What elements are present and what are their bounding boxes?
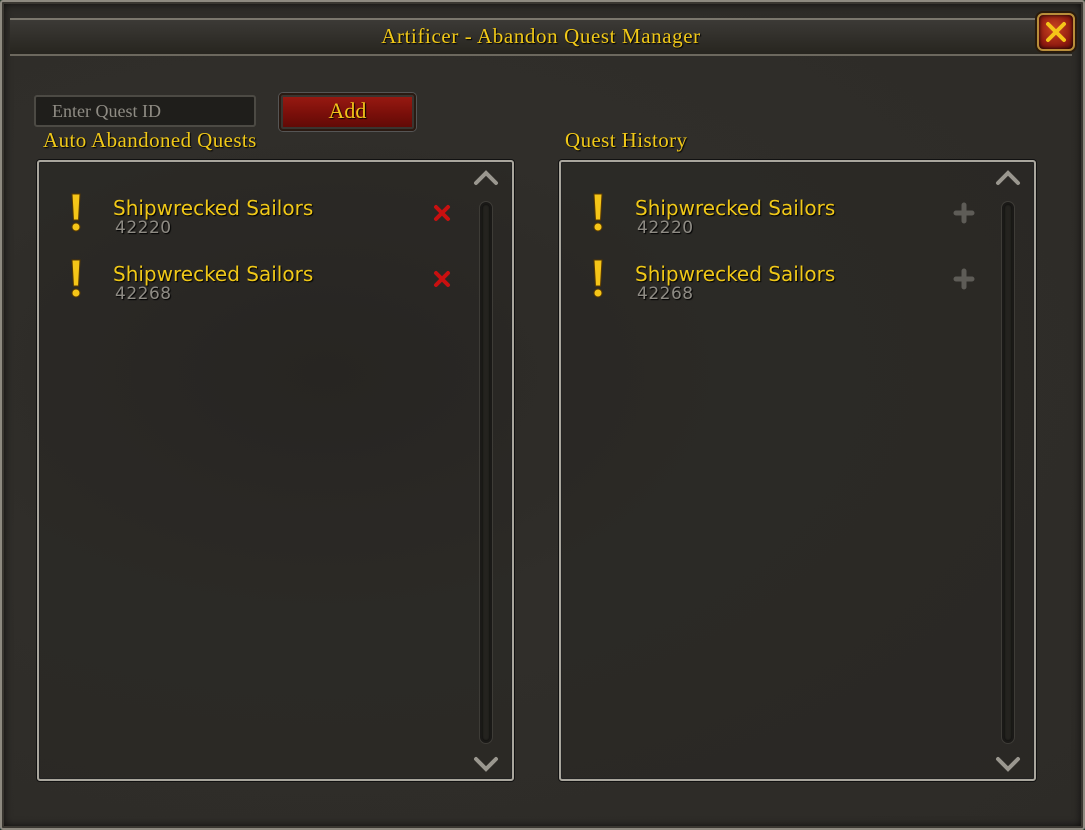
scroll-down-arrow-icon[interactable]: [471, 752, 501, 776]
quest-history-label: Quest History: [565, 128, 688, 152]
quest-id: 42220: [637, 218, 694, 238]
list-item[interactable]: Shipwrecked Sailors 42220: [561, 182, 1001, 242]
scroll-down-arrow-icon[interactable]: [993, 752, 1023, 776]
quest-exclamation-icon: [71, 193, 81, 232]
list-item[interactable]: Shipwrecked Sailors 42220: [39, 182, 479, 242]
close-x-icon: [1046, 22, 1066, 42]
quest-name: Shipwrecked Sailors: [113, 262, 314, 286]
quest-id: 42220: [115, 218, 172, 238]
quest-name: Shipwrecked Sailors: [635, 262, 836, 286]
auto-abandoned-list: Shipwrecked Sailors 42220 Shipwrecked Sa…: [37, 160, 514, 781]
add-plus-icon[interactable]: [953, 268, 975, 290]
remove-x-icon[interactable]: [431, 202, 453, 224]
quest-name: Shipwrecked Sailors: [635, 196, 836, 220]
remove-x-icon[interactable]: [431, 268, 453, 290]
quest-id-input[interactable]: [34, 95, 256, 127]
quest-id: 42268: [637, 284, 694, 304]
quest-id: 42268: [115, 284, 172, 304]
scroll-up-arrow-icon[interactable]: [993, 166, 1023, 190]
scrollbar-track[interactable]: [480, 202, 492, 743]
quest-history-list: Shipwrecked Sailors 42220 Shipwrecked Sa…: [559, 160, 1036, 781]
scroll-up-arrow-icon[interactable]: [471, 166, 501, 190]
auto-abandoned-label: Auto Abandoned Quests: [43, 128, 257, 152]
add-plus-icon[interactable]: [953, 202, 975, 224]
title-bar[interactable]: Artificer - Abandon Quest Manager: [10, 18, 1072, 56]
scrollbar-track[interactable]: [1002, 202, 1014, 743]
quest-exclamation-icon: [593, 259, 603, 298]
window-title: Artificer - Abandon Quest Manager: [381, 24, 701, 48]
list-item[interactable]: Shipwrecked Sailors 42268: [561, 248, 1001, 308]
quest-exclamation-icon: [71, 259, 81, 298]
add-button[interactable]: Add: [279, 93, 416, 131]
quest-name: Shipwrecked Sailors: [113, 196, 314, 220]
list-item[interactable]: Shipwrecked Sailors 42268: [39, 248, 479, 308]
quest-exclamation-icon: [593, 193, 603, 232]
close-button[interactable]: [1037, 13, 1075, 51]
